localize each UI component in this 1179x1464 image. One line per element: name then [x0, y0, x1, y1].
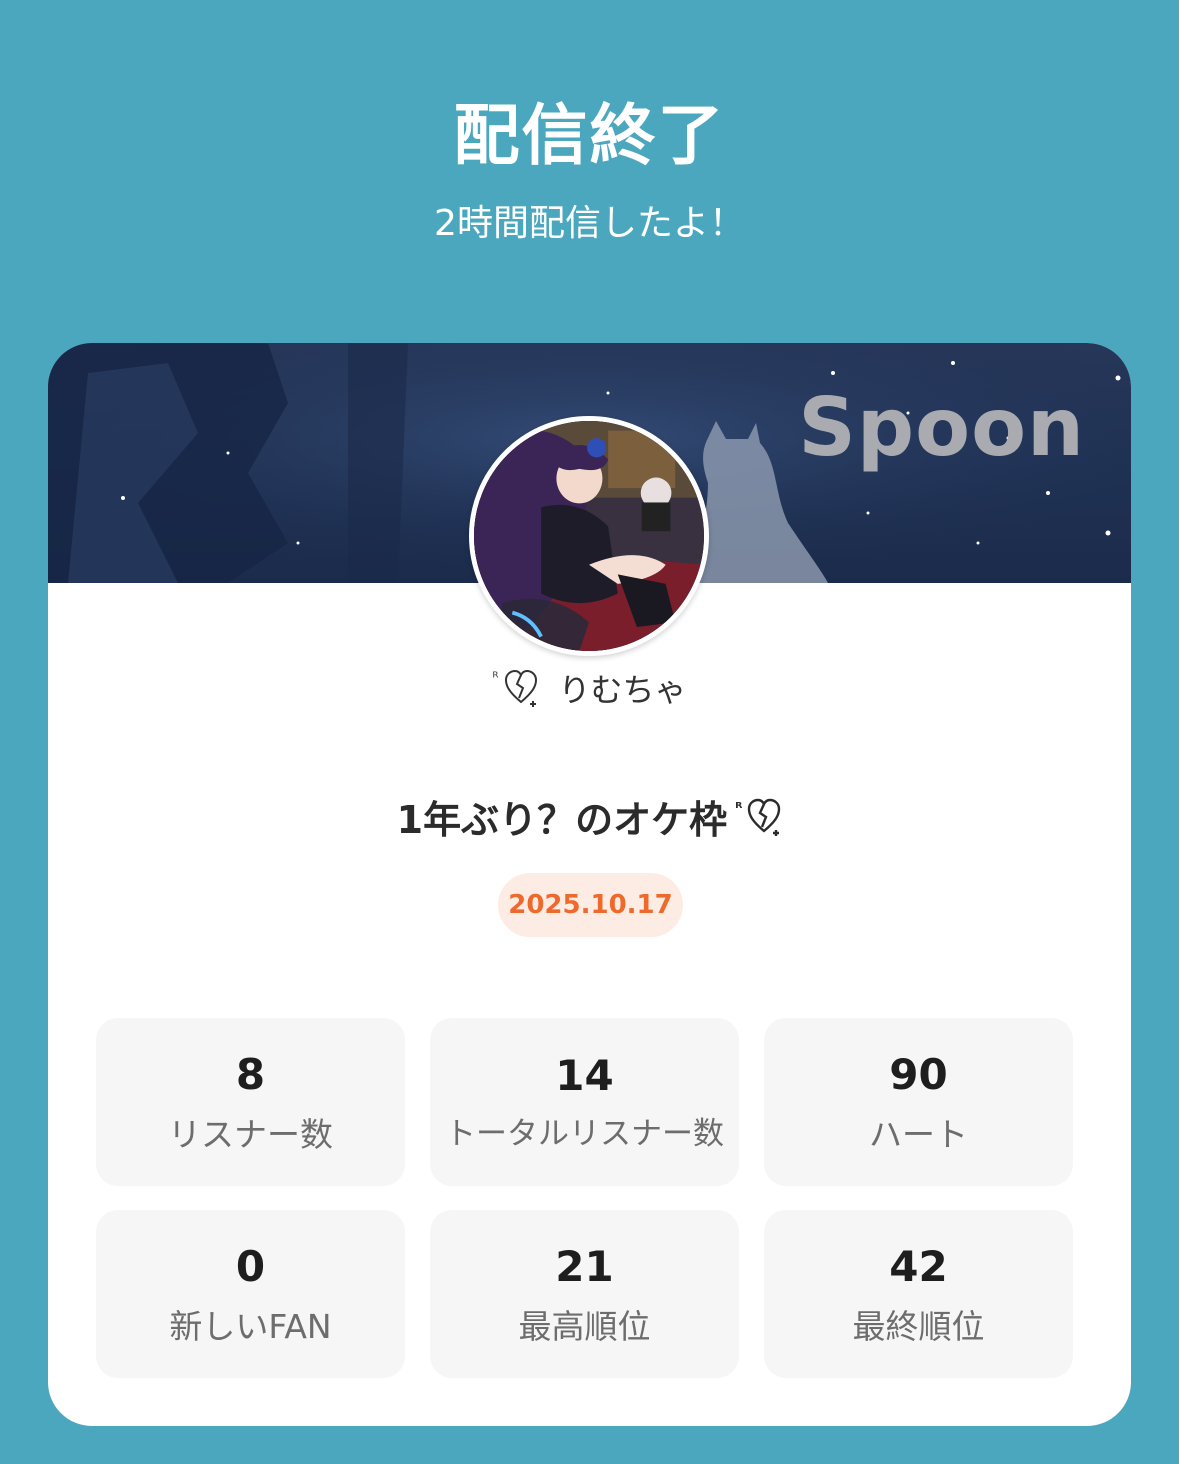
stat-total-listeners: 14 トータルリスナー数 — [430, 1018, 739, 1186]
stat-label: リスナー数 — [168, 1114, 333, 1154]
stat-hearts: 90 ハート — [764, 1018, 1073, 1186]
stat-value: 42 — [889, 1241, 948, 1291]
stat-label: 最高順位 — [518, 1306, 651, 1346]
stat-value: 8 — [235, 1049, 266, 1099]
stat-value: 14 — [555, 1050, 614, 1100]
stat-new-fans: 0 新しいFAN — [96, 1210, 405, 1378]
stat-value: 0 — [235, 1241, 266, 1291]
page-title: 配信終了 — [453, 97, 726, 174]
stat-final-rank: 42 最終順位 — [764, 1210, 1073, 1378]
broken-heart-icon — [748, 798, 781, 836]
title-r-mark: ᴿ — [735, 798, 743, 817]
username-badge: ᴿ — [492, 668, 538, 708]
badge-r-mark: ᴿ — [492, 670, 499, 686]
username-row: ᴿ りむちゃ — [48, 665, 1131, 711]
duration-subtitle: 2時間配信したよ！ — [434, 203, 745, 244]
stat-listeners: 8 リスナー数 — [96, 1018, 405, 1186]
stat-value: 21 — [555, 1241, 614, 1291]
spoon-logo: Spoon — [798, 381, 1085, 474]
summary-card: Spoon ᴿ りむちゃ 1年ぶり？のオケ枠 ᴿ 2025.10.17 8 リス… — [48, 343, 1131, 1426]
stream-ended-screen: 配信終了 2時間配信したよ！ Spoon ᴿ りむちゃ 1年ぶり？のオケ枠 ᴿ … — [0, 0, 1179, 1464]
broken-heart-icon — [504, 669, 537, 707]
stat-value: 90 — [889, 1049, 948, 1099]
stat-label: 新しいFAN — [169, 1306, 332, 1346]
stats-grid: 8 リスナー数 14 トータルリスナー数 90 ハート 0 新しいFAN 21 … — [96, 1018, 1073, 1378]
stream-title-row: 1年ぶり？のオケ枠 ᴿ — [48, 789, 1131, 844]
stat-label: 最終順位 — [852, 1306, 985, 1346]
stat-highest-rank: 21 最高順位 — [430, 1210, 739, 1378]
avatar-image — [474, 421, 704, 651]
profile-avatar[interactable] — [469, 416, 709, 656]
stat-label: ハート — [869, 1114, 968, 1154]
date-badge: 2025.10.17 — [498, 873, 683, 937]
stream-title: 1年ぶり？のオケ枠 — [396, 798, 728, 842]
username: りむちゃ — [558, 671, 687, 709]
stream-title-badge: ᴿ — [735, 797, 782, 837]
stat-label: トータルリスナー数 — [445, 1115, 724, 1152]
